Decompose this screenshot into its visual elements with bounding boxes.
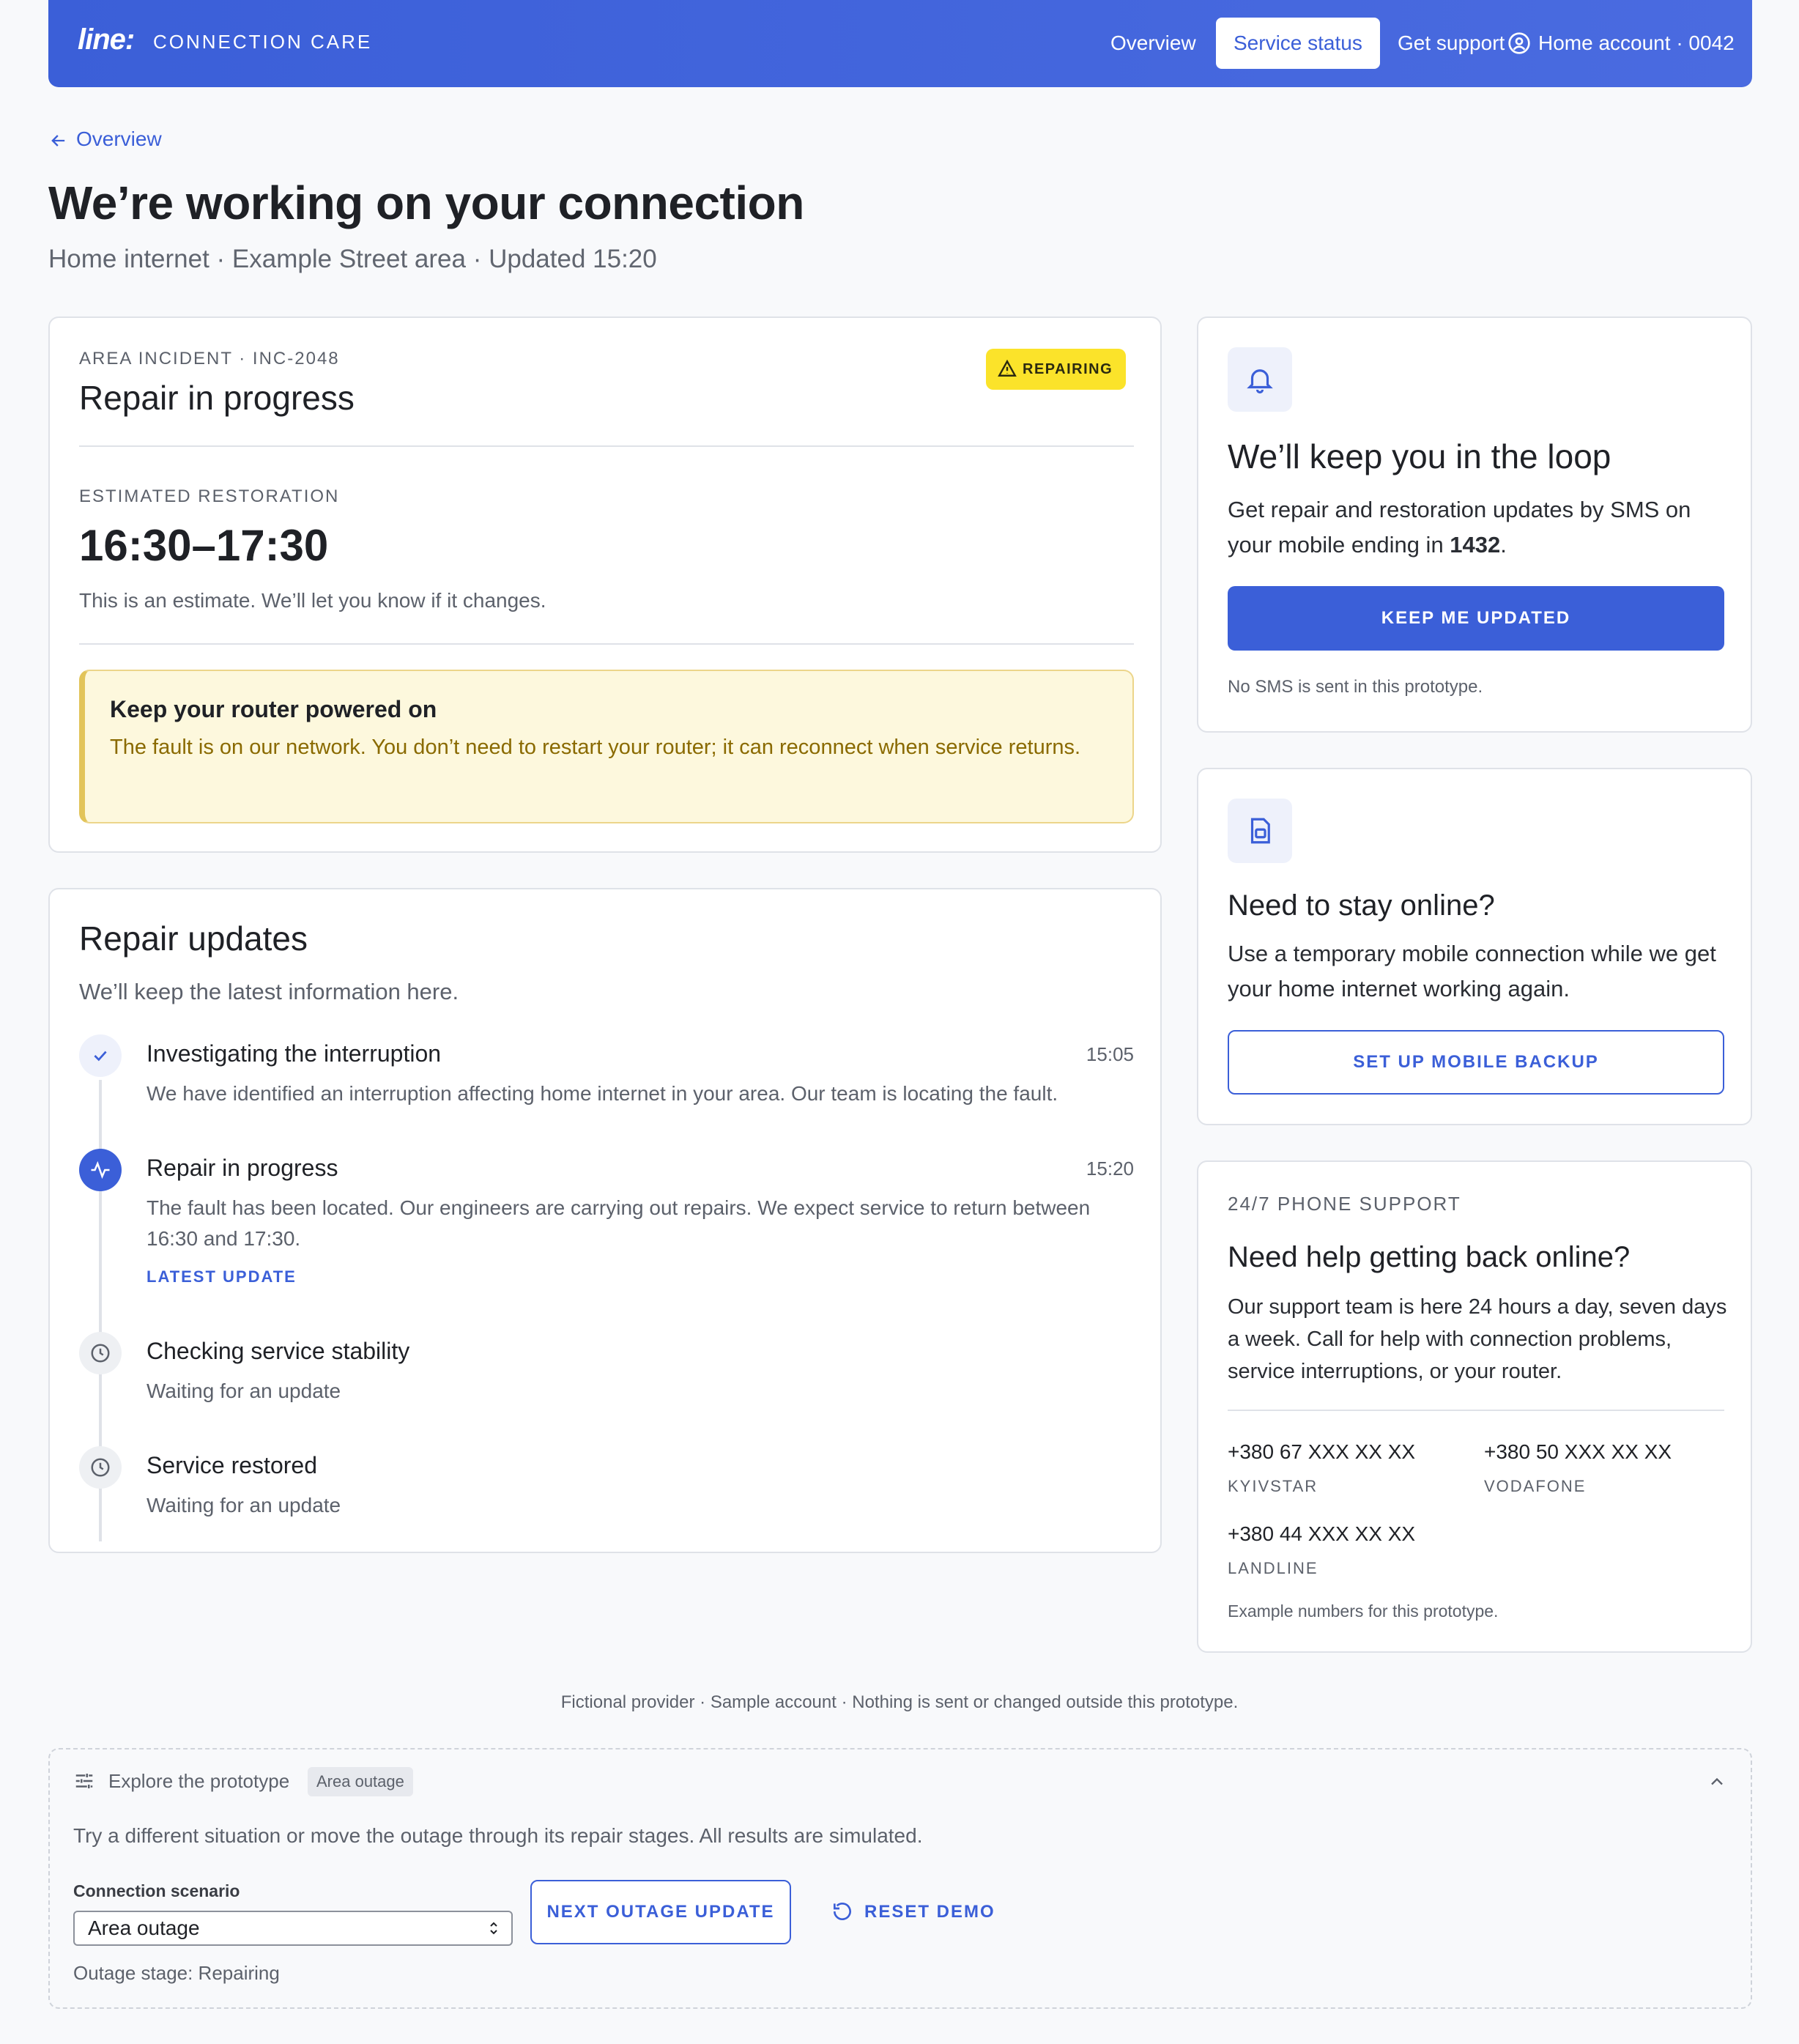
phone-number[interactable]: +380 44 XXX XX XX <box>1228 1522 1415 1546</box>
status-badge-label: REPAIRING <box>1023 361 1113 377</box>
back-link-label: Overview <box>76 127 162 150</box>
prototype-title[interactable]: Explore the prototype <box>108 1770 289 1793</box>
back-link[interactable]: Overview <box>48 127 162 151</box>
restoration-note: This is an estimate. We’ll let you know … <box>79 589 546 612</box>
clock-icon <box>79 1332 122 1374</box>
sliders-icon <box>75 1774 93 1788</box>
updates-title: Repair updates <box>79 919 308 958</box>
page-title: We’re working on your connection <box>48 177 804 229</box>
restoration-label: ESTIMATED RESTORATION <box>79 486 340 506</box>
prototype-intro: Try a different situation or move the ou… <box>73 1824 923 1847</box>
update-title: Repair in progress <box>146 1155 338 1181</box>
notice-body: The fault is on our network. You don’t n… <box>110 736 1081 759</box>
update-title: Service restored <box>146 1452 317 1478</box>
clock-icon <box>79 1446 122 1489</box>
phone-number[interactable]: +380 50 XXX XX XX <box>1484 1440 1672 1464</box>
nav-service-status[interactable]: Service status <box>1216 18 1380 69</box>
activity-icon <box>79 1149 122 1191</box>
arrow-left-icon <box>51 134 65 147</box>
backup-title: Need to stay online? <box>1228 889 1495 922</box>
divider <box>1228 1410 1724 1411</box>
top-bar: line: CONNECTION CARE Overview Service s… <box>48 0 1752 87</box>
bell-icon <box>1228 347 1292 412</box>
page-subtitle: Home internet · Example Street area · Up… <box>48 245 657 273</box>
sim-card-icon <box>1228 799 1292 863</box>
sms-updates-card: We’ll keep you in the loop Get repair an… <box>1197 316 1752 733</box>
update-desc: We have identified an interruption affec… <box>146 1082 1058 1105</box>
loop-body-suffix: . <box>1500 532 1507 558</box>
outage-stage: Outage stage: Repairing <box>73 1962 280 1984</box>
mobile-backup-card: Need to stay online? Use a temporary mob… <box>1197 768 1752 1125</box>
reset-icon <box>834 1902 851 1920</box>
router-notice: Keep your router powered on The fault is… <box>79 670 1134 823</box>
update-title: Checking service stability <box>146 1338 410 1364</box>
loop-body: Get repair and restoration updates by SM… <box>1228 492 1733 563</box>
backup-body: Use a temporary mobile connection while … <box>1228 941 1716 1001</box>
sms-note: No SMS is sent in this prototype. <box>1228 677 1483 697</box>
chevron-up-icon[interactable] <box>1707 1771 1727 1792</box>
phone-label: LANDLINE <box>1228 1559 1318 1577</box>
scenario-select-value: Area outage <box>88 1917 200 1939</box>
reset-demo-button[interactable]: RESET DEMO <box>831 1880 995 1944</box>
phone-note: Example numbers for this prototype. <box>1228 1601 1499 1621</box>
update-title: Investigating the interruption <box>146 1040 442 1067</box>
update-desc: Waiting for an update <box>146 1494 341 1517</box>
divider <box>79 445 1134 447</box>
status-badge: REPAIRING <box>986 349 1127 390</box>
phone-label: KYIVSTAR <box>1228 1477 1318 1495</box>
incident-eyebrow: AREA INCIDENT · INC-2048 <box>79 349 340 369</box>
latest-update-tag: LATEST UPDATE <box>146 1267 297 1286</box>
prototype-panel: Explore the prototype Area outage Try a … <box>48 1748 1752 2009</box>
phone-title: Need help getting back online? <box>1228 1241 1631 1273</box>
phone-label: VODAFONE <box>1484 1477 1587 1495</box>
phone-eyebrow: 24/7 PHONE SUPPORT <box>1228 1193 1461 1215</box>
mobile-ending: 1432 <box>1450 532 1501 558</box>
update-desc: Waiting for an update <box>146 1380 341 1402</box>
check-icon <box>79 1034 122 1077</box>
user-circle-icon <box>1508 32 1530 54</box>
set-up-mobile-backup-button[interactable]: SET UP MOBILE BACKUP <box>1228 1030 1724 1095</box>
account-menu[interactable]: Home account · 0042 <box>1490 18 1752 69</box>
scenario-chip: Area outage <box>308 1767 413 1796</box>
phone-support-card: 24/7 PHONE SUPPORT Need help getting bac… <box>1197 1160 1752 1653</box>
scenario-label: Connection scenario <box>73 1881 240 1900</box>
repair-updates-card: Repair updates We’ll keep the latest inf… <box>48 888 1162 1553</box>
updates-subtitle: We’ll keep the latest information here. <box>79 979 459 1004</box>
select-arrows-icon <box>490 1922 497 1935</box>
update-desc: The fault has been located. Our engineer… <box>146 1196 1091 1250</box>
divider <box>79 643 1134 645</box>
phone-body: Our support team is here 24 hours a day,… <box>1228 1295 1727 1383</box>
scenario-select[interactable]: Area outage <box>73 1911 513 1946</box>
footer-note: Fictional provider · Sample account · No… <box>560 1692 1239 1712</box>
keep-me-updated-button[interactable]: KEEP ME UPDATED <box>1228 586 1724 651</box>
nav-overview[interactable]: Overview <box>1093 18 1214 69</box>
restoration-time: 16:30–17:30 <box>79 521 329 570</box>
logo[interactable]: line: <box>78 23 135 56</box>
notice-title: Keep your router powered on <box>110 696 437 722</box>
incident-title: Repair in progress <box>79 379 355 417</box>
account-label: Home account · 0042 <box>1538 32 1735 54</box>
brand-name: CONNECTION CARE <box>153 31 373 53</box>
loop-title: We’ll keep you in the loop <box>1228 437 1611 475</box>
warning-icon <box>998 359 1017 377</box>
phone-number[interactable]: +380 67 XXX XX XX <box>1228 1440 1415 1464</box>
incident-card: AREA INCIDENT · INC-2048 Repair in progr… <box>48 316 1162 853</box>
update-time: 15:20 <box>1086 1158 1134 1180</box>
update-time: 15:05 <box>1086 1043 1134 1065</box>
next-outage-update-button[interactable]: NEXT OUTAGE UPDATE <box>530 1880 791 1944</box>
reset-demo-label: RESET DEMO <box>864 1902 995 1922</box>
